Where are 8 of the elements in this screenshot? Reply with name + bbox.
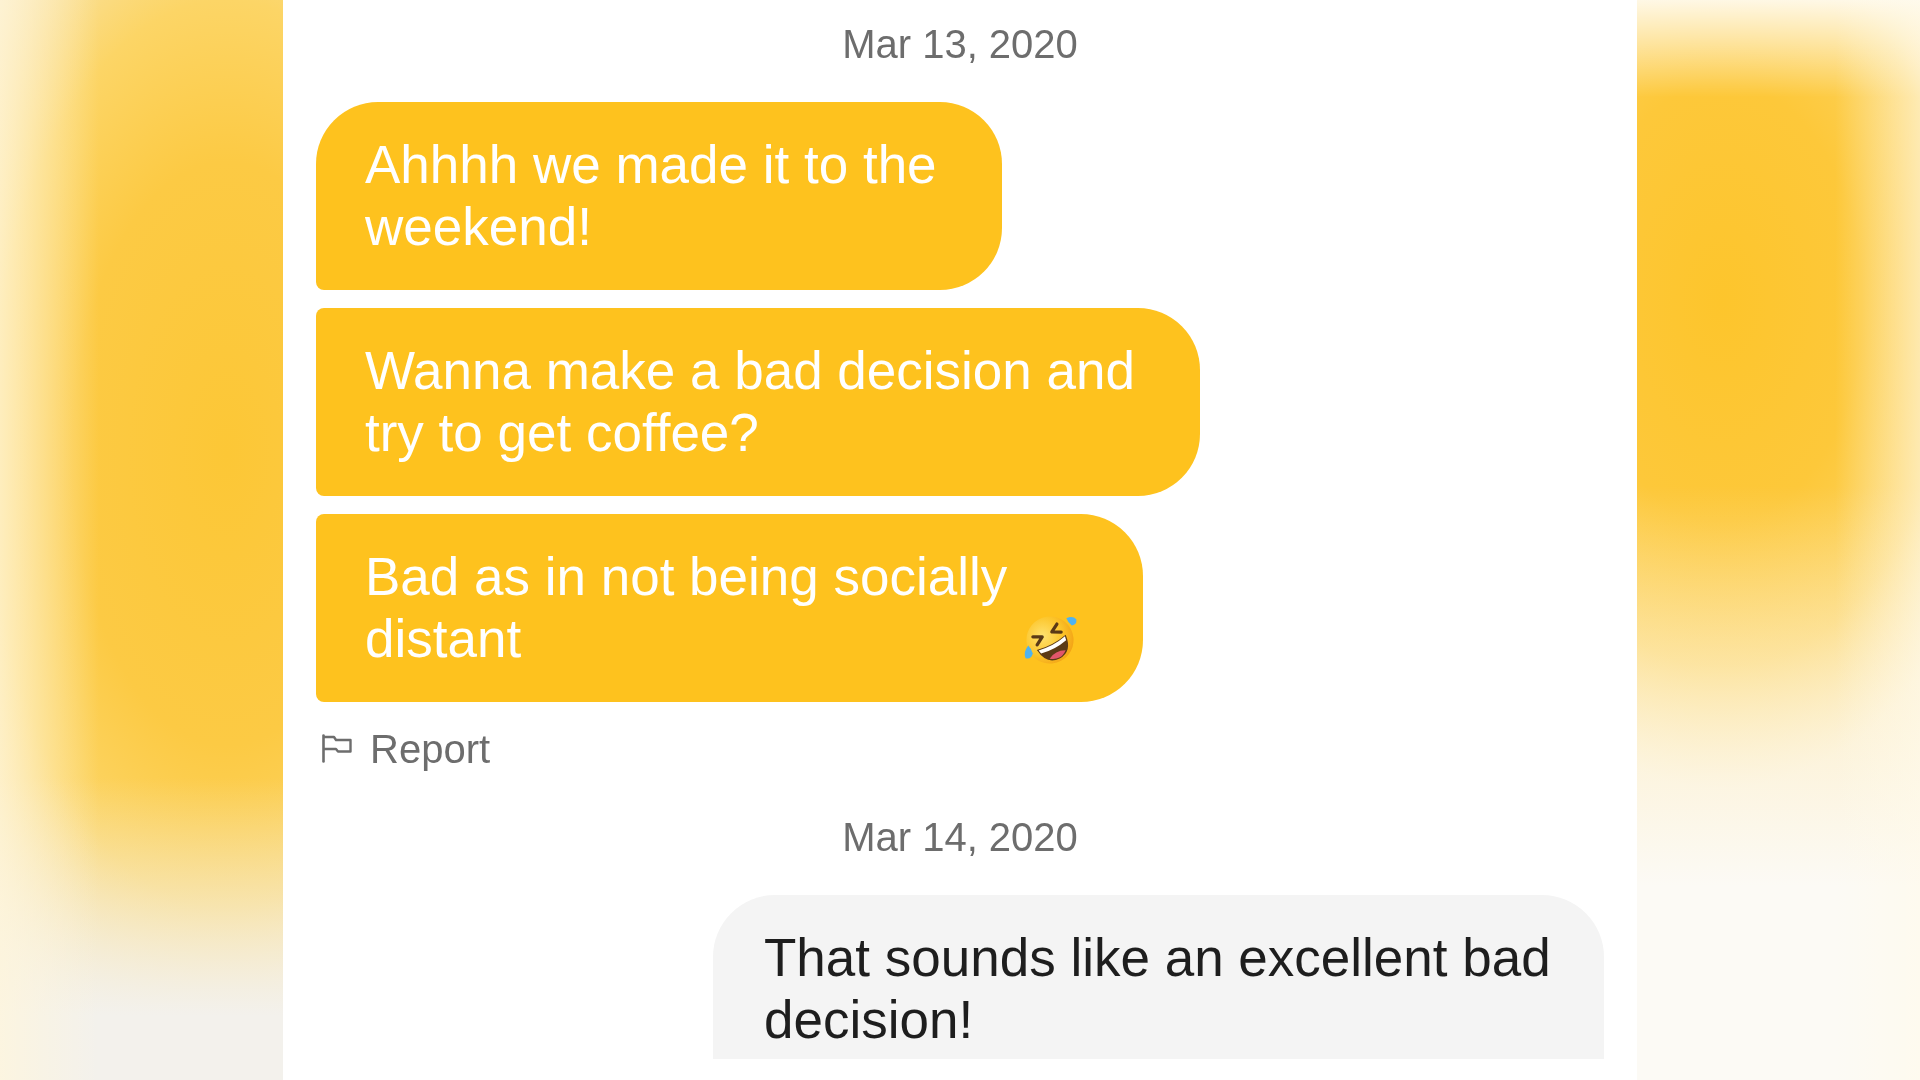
message-text: That sounds like an excellent bad decision!: [764, 927, 1552, 1051]
date-label: Mar 14, 2020: [842, 815, 1078, 859]
message-text: Ahhhh we made it to the weekend!: [365, 134, 938, 258]
message-text: Wanna make a bad decision and try to get coffee?: [365, 340, 1136, 464]
message-text: Bad as in not being socially distant: [365, 546, 1009, 670]
flag-icon: [322, 733, 352, 763]
report-button[interactable]: Report: [316, 727, 495, 771]
date-label: Mar 13, 2020: [842, 22, 1078, 66]
